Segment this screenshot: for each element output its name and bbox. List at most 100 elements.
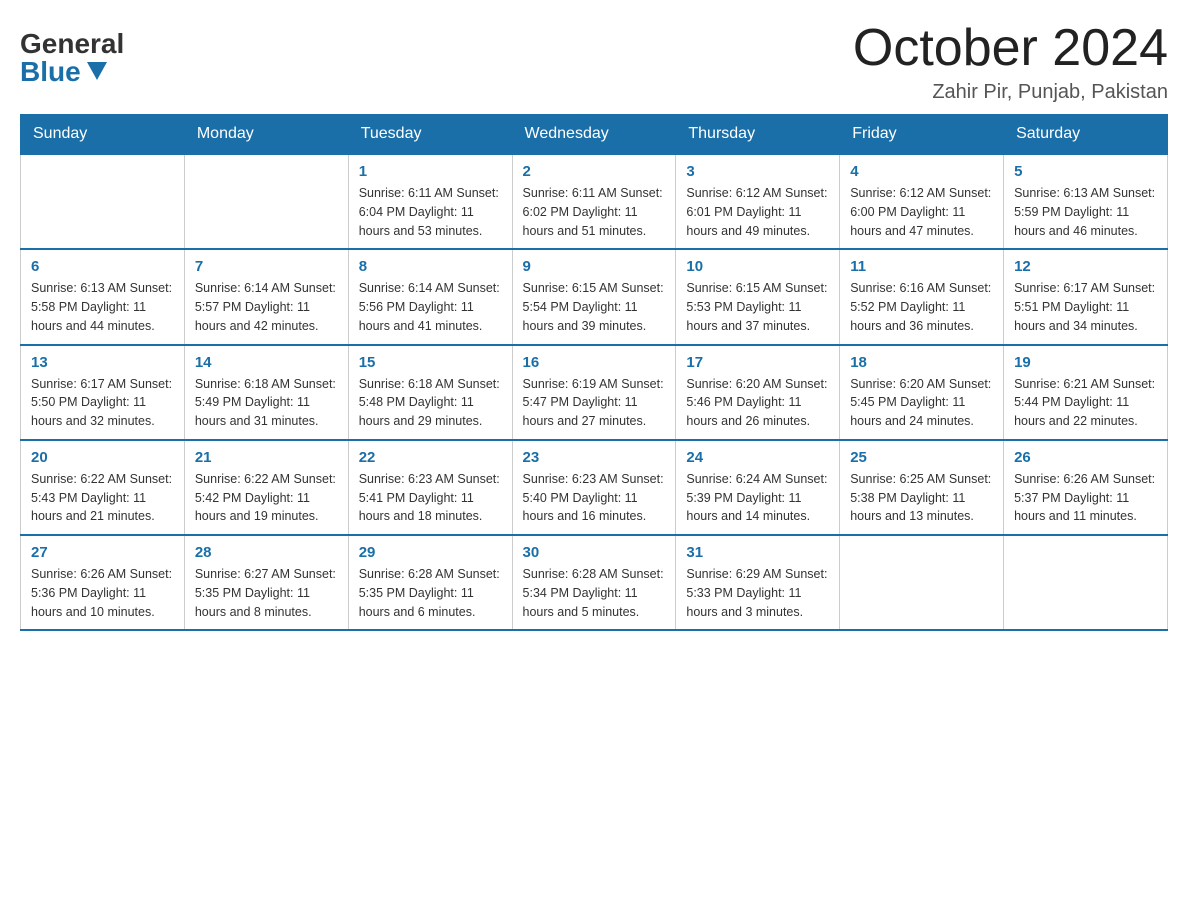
calendar-cell: 15 Sunrise: 6:18 AM Sunset: 5:48 PM Dayli… bbox=[348, 345, 512, 440]
day-number: 22 bbox=[359, 449, 502, 466]
day-number: 1 bbox=[359, 163, 502, 180]
day-info: Sunrise: 6:15 AM Sunset: 5:54 PM Dayligh… bbox=[523, 279, 666, 335]
month-title: October 2024 bbox=[853, 20, 1168, 77]
day-number: 20 bbox=[31, 449, 174, 466]
week-row-3: 13 Sunrise: 6:17 AM Sunset: 5:50 PM Dayli… bbox=[21, 345, 1168, 440]
day-info: Sunrise: 6:17 AM Sunset: 5:51 PM Dayligh… bbox=[1014, 279, 1157, 335]
day-number: 16 bbox=[523, 354, 666, 371]
day-number: 7 bbox=[195, 258, 338, 275]
weekday-header-wednesday: Wednesday bbox=[512, 115, 676, 155]
logo-blue-text: Blue bbox=[20, 58, 107, 86]
calendar-cell: 21 Sunrise: 6:22 AM Sunset: 5:42 PM Dayli… bbox=[184, 440, 348, 535]
day-number: 4 bbox=[850, 163, 993, 180]
calendar-cell: 2Sunrise: 6:11 AM Sunset: 6:02 PM Daylig… bbox=[512, 154, 676, 249]
day-info: Sunrise: 6:25 AM Sunset: 5:38 PM Dayligh… bbox=[850, 470, 993, 526]
day-info: Sunrise: 6:13 AM Sunset: 5:59 PM Dayligh… bbox=[1014, 184, 1157, 240]
day-info: Sunrise: 6:16 AM Sunset: 5:52 PM Dayligh… bbox=[850, 279, 993, 335]
day-info: Sunrise: 6:15 AM Sunset: 5:53 PM Dayligh… bbox=[686, 279, 829, 335]
day-info: Sunrise: 6:22 AM Sunset: 5:43 PM Dayligh… bbox=[31, 470, 174, 526]
day-number: 26 bbox=[1014, 449, 1157, 466]
calendar-cell: 8Sunrise: 6:14 AM Sunset: 5:56 PM Daylig… bbox=[348, 249, 512, 344]
calendar-table: SundayMondayTuesdayWednesdayThursdayFrid… bbox=[20, 114, 1168, 631]
day-info: Sunrise: 6:21 AM Sunset: 5:44 PM Dayligh… bbox=[1014, 375, 1157, 431]
calendar-cell: 9 Sunrise: 6:15 AM Sunset: 5:54 PM Daylig… bbox=[512, 249, 676, 344]
week-row-1: 1 Sunrise: 6:11 AM Sunset: 6:04 PM Daylig… bbox=[21, 154, 1168, 249]
day-number: 25 bbox=[850, 449, 993, 466]
weekday-header-thursday: Thursday bbox=[676, 115, 840, 155]
day-info: Sunrise: 6:28 AM Sunset: 5:34 PM Dayligh… bbox=[523, 565, 666, 621]
calendar-cell bbox=[1004, 535, 1168, 630]
day-info: Sunrise: 6:22 AM Sunset: 5:42 PM Dayligh… bbox=[195, 470, 338, 526]
calendar-cell: 25 Sunrise: 6:25 AM Sunset: 5:38 PM Dayli… bbox=[840, 440, 1004, 535]
title-section: October 2024 Zahir Pir, Punjab, Pakistan bbox=[853, 20, 1168, 104]
day-number: 17 bbox=[686, 354, 829, 371]
calendar-cell bbox=[21, 154, 185, 249]
calendar-cell: 16Sunrise: 6:19 AM Sunset: 5:47 PM Dayli… bbox=[512, 345, 676, 440]
day-info: Sunrise: 6:14 AM Sunset: 5:57 PM Dayligh… bbox=[195, 279, 338, 335]
calendar-cell bbox=[184, 154, 348, 249]
calendar-cell: 24 Sunrise: 6:24 AM Sunset: 5:39 PM Dayli… bbox=[676, 440, 840, 535]
logo-general-text: General bbox=[20, 30, 124, 58]
calendar-cell: 28 Sunrise: 6:27 AM Sunset: 5:35 PM Dayli… bbox=[184, 535, 348, 630]
day-info: Sunrise: 6:20 AM Sunset: 5:46 PM Dayligh… bbox=[686, 375, 829, 431]
day-number: 9 bbox=[523, 258, 666, 275]
weekday-header-row: SundayMondayTuesdayWednesdayThursdayFrid… bbox=[21, 115, 1168, 155]
day-number: 14 bbox=[195, 354, 338, 371]
page-header: General Blue October 2024 Zahir Pir, Pun… bbox=[20, 20, 1168, 104]
calendar-cell: 1 Sunrise: 6:11 AM Sunset: 6:04 PM Daylig… bbox=[348, 154, 512, 249]
calendar-cell: 5 Sunrise: 6:13 AM Sunset: 5:59 PM Daylig… bbox=[1004, 154, 1168, 249]
calendar-cell: 4 Sunrise: 6:12 AM Sunset: 6:00 PM Daylig… bbox=[840, 154, 1004, 249]
week-row-2: 6Sunrise: 6:13 AM Sunset: 5:58 PM Daylig… bbox=[21, 249, 1168, 344]
calendar-cell: 31Sunrise: 6:29 AM Sunset: 5:33 PM Dayli… bbox=[676, 535, 840, 630]
logo: General Blue bbox=[20, 20, 124, 86]
weekday-header-tuesday: Tuesday bbox=[348, 115, 512, 155]
day-info: Sunrise: 6:24 AM Sunset: 5:39 PM Dayligh… bbox=[686, 470, 829, 526]
week-row-5: 27Sunrise: 6:26 AM Sunset: 5:36 PM Dayli… bbox=[21, 535, 1168, 630]
weekday-header-saturday: Saturday bbox=[1004, 115, 1168, 155]
calendar-cell: 19Sunrise: 6:21 AM Sunset: 5:44 PM Dayli… bbox=[1004, 345, 1168, 440]
day-info: Sunrise: 6:18 AM Sunset: 5:48 PM Dayligh… bbox=[359, 375, 502, 431]
day-info: Sunrise: 6:11 AM Sunset: 6:04 PM Dayligh… bbox=[359, 184, 502, 240]
calendar-cell: 20 Sunrise: 6:22 AM Sunset: 5:43 PM Dayli… bbox=[21, 440, 185, 535]
day-info: Sunrise: 6:29 AM Sunset: 5:33 PM Dayligh… bbox=[686, 565, 829, 621]
calendar-cell: 17 Sunrise: 6:20 AM Sunset: 5:46 PM Dayli… bbox=[676, 345, 840, 440]
weekday-header-friday: Friday bbox=[840, 115, 1004, 155]
day-info: Sunrise: 6:28 AM Sunset: 5:35 PM Dayligh… bbox=[359, 565, 502, 621]
day-info: Sunrise: 6:18 AM Sunset: 5:49 PM Dayligh… bbox=[195, 375, 338, 431]
calendar-cell: 22 Sunrise: 6:23 AM Sunset: 5:41 PM Dayli… bbox=[348, 440, 512, 535]
day-info: Sunrise: 6:27 AM Sunset: 5:35 PM Dayligh… bbox=[195, 565, 338, 621]
location-label: Zahir Pir, Punjab, Pakistan bbox=[853, 81, 1168, 104]
day-number: 5 bbox=[1014, 163, 1157, 180]
weekday-header-sunday: Sunday bbox=[21, 115, 185, 155]
day-info: Sunrise: 6:17 AM Sunset: 5:50 PM Dayligh… bbox=[31, 375, 174, 431]
logo-triangle-icon bbox=[87, 62, 107, 80]
day-info: Sunrise: 6:13 AM Sunset: 5:58 PM Dayligh… bbox=[31, 279, 174, 335]
day-number: 21 bbox=[195, 449, 338, 466]
day-number: 18 bbox=[850, 354, 993, 371]
calendar-cell: 11 Sunrise: 6:16 AM Sunset: 5:52 PM Dayli… bbox=[840, 249, 1004, 344]
calendar-cell: 10 Sunrise: 6:15 AM Sunset: 5:53 PM Dayli… bbox=[676, 249, 840, 344]
day-number: 30 bbox=[523, 544, 666, 561]
day-info: Sunrise: 6:23 AM Sunset: 5:41 PM Dayligh… bbox=[359, 470, 502, 526]
day-number: 24 bbox=[686, 449, 829, 466]
day-number: 2 bbox=[523, 163, 666, 180]
day-number: 13 bbox=[31, 354, 174, 371]
day-number: 29 bbox=[359, 544, 502, 561]
calendar-cell: 6Sunrise: 6:13 AM Sunset: 5:58 PM Daylig… bbox=[21, 249, 185, 344]
day-info: Sunrise: 6:26 AM Sunset: 5:36 PM Dayligh… bbox=[31, 565, 174, 621]
day-number: 15 bbox=[359, 354, 502, 371]
calendar-cell: 29 Sunrise: 6:28 AM Sunset: 5:35 PM Dayli… bbox=[348, 535, 512, 630]
day-number: 10 bbox=[686, 258, 829, 275]
day-info: Sunrise: 6:14 AM Sunset: 5:56 PM Dayligh… bbox=[359, 279, 502, 335]
day-number: 3 bbox=[686, 163, 829, 180]
day-info: Sunrise: 6:20 AM Sunset: 5:45 PM Dayligh… bbox=[850, 375, 993, 431]
calendar-cell: 27Sunrise: 6:26 AM Sunset: 5:36 PM Dayli… bbox=[21, 535, 185, 630]
day-info: Sunrise: 6:12 AM Sunset: 6:00 PM Dayligh… bbox=[850, 184, 993, 240]
week-row-4: 20 Sunrise: 6:22 AM Sunset: 5:43 PM Dayli… bbox=[21, 440, 1168, 535]
day-info: Sunrise: 6:23 AM Sunset: 5:40 PM Dayligh… bbox=[523, 470, 666, 526]
day-info: Sunrise: 6:26 AM Sunset: 5:37 PM Dayligh… bbox=[1014, 470, 1157, 526]
calendar-cell: 26 Sunrise: 6:26 AM Sunset: 5:37 PM Dayli… bbox=[1004, 440, 1168, 535]
day-number: 11 bbox=[850, 258, 993, 275]
day-number: 23 bbox=[523, 449, 666, 466]
day-number: 28 bbox=[195, 544, 338, 561]
